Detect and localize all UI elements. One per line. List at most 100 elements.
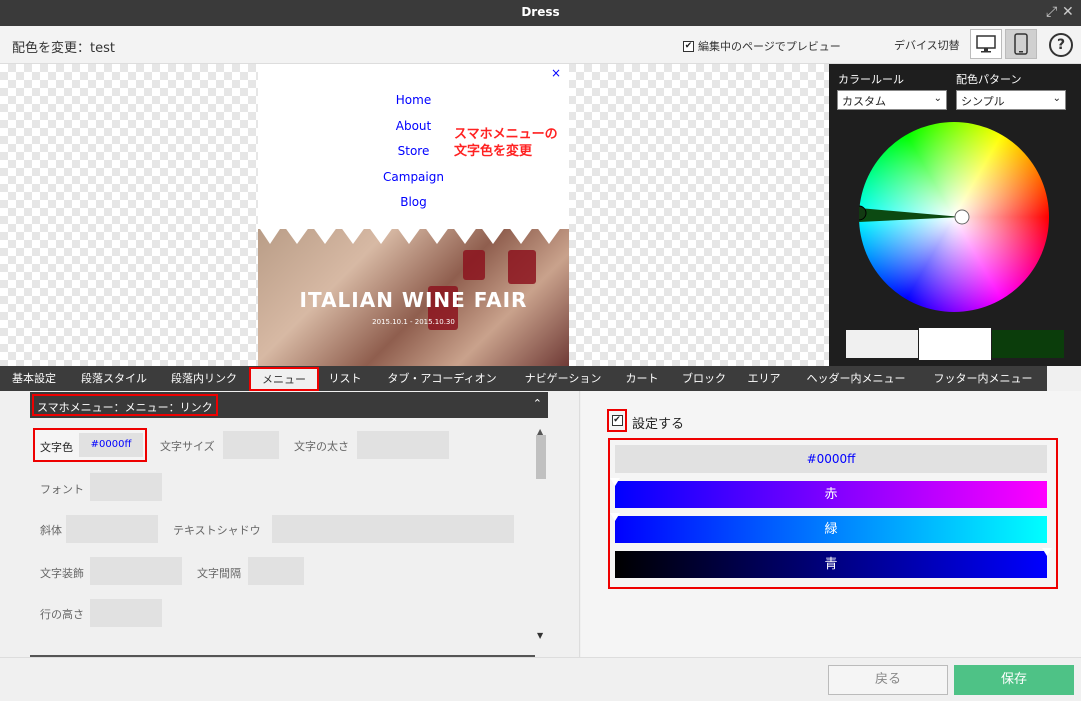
menu-link-campaign[interactable]: Campaign — [258, 169, 569, 195]
italic-input[interactable] — [66, 515, 158, 543]
header: 配色を変更：test ✔ 編集中のページでプレビュー デバイス切替 ? — [0, 26, 1081, 64]
font-weight-input[interactable] — [357, 431, 449, 459]
annotation-line-2: 文字色を変更 — [454, 144, 533, 159]
window-title: Dress — [521, 5, 560, 19]
green-slider[interactable]: 緑 — [610, 513, 1047, 543]
color-swatch-2[interactable] — [919, 328, 991, 360]
color-pattern-label: 配色パターン — [956, 73, 1022, 86]
color-wheel[interactable] — [859, 122, 1049, 312]
annotation-note: スマホメニューの 文字色を変更 — [454, 126, 558, 160]
tab-menu[interactable]: メニュー — [249, 367, 319, 391]
tab-block[interactable]: ブロック — [674, 366, 734, 391]
phone-preview: × Home About Store Campaign Blog スマホメニュー… — [258, 64, 569, 366]
tab-accordion[interactable]: タブ・アコーディオン — [376, 366, 508, 391]
green-slider-handle[interactable] — [610, 513, 620, 521]
color-value-editor: #0000ff 赤 緑 青 — [608, 438, 1058, 589]
color-swatch-1[interactable] — [846, 330, 918, 358]
text-shadow-label: テキストシャドウ — [173, 524, 261, 537]
tab-paragraph-style[interactable]: 段落スタイル — [70, 366, 158, 391]
help-button[interactable]: ? — [1049, 33, 1073, 57]
tab-header-menu[interactable]: ヘッダー内メニュー — [796, 366, 916, 391]
red-slider-label: 赤 — [824, 487, 838, 502]
chevron-down-icon: ⌄ — [1052, 93, 1061, 104]
mobile-device-button[interactable] — [1005, 29, 1037, 59]
letter-spacing-label: 文字間隔 — [197, 567, 241, 580]
preview-checkbox[interactable]: ✔ 編集中のページでプレビュー — [683, 38, 841, 54]
wine-glass — [508, 250, 536, 284]
style-settings-pane: スマホメニュー：メニュー：リンク ⌃ 文字色 #0000ff 文字サイズ 文字の… — [0, 391, 580, 657]
tab-cart[interactable]: カート — [618, 366, 666, 391]
line-height-label: 行の高さ — [40, 608, 84, 621]
wheel-pointer — [859, 205, 970, 225]
red-slider-handle[interactable] — [610, 478, 620, 486]
green-slider-label: 緑 — [824, 522, 838, 537]
preview-canvas: × Home About Store Campaign Blog スマホメニュー… — [0, 64, 829, 366]
text-color-field[interactable]: 文字色 #0000ff — [33, 428, 147, 462]
blue-slider[interactable]: 青 — [615, 548, 1052, 578]
color-pattern-value: シンプル — [961, 95, 1005, 108]
device-toggle-label: デバイス切替 — [894, 39, 960, 52]
text-decoration-input[interactable] — [90, 557, 182, 585]
font-weight-label: 文字の太さ — [294, 440, 349, 453]
menu-link-blog[interactable]: Blog — [258, 194, 569, 220]
style-tabbar: 基本設定 段落スタイル 段落内リンク メニュー リスト タブ・アコーディオン ナ… — [0, 366, 1081, 391]
font-size-input[interactable] — [223, 431, 279, 459]
color-swatch-3[interactable] — [992, 330, 1064, 358]
color-editor-pane: ✔ 設定する #0000ff 赤 緑 青 — [581, 391, 1081, 657]
back-button[interactable]: 戻る — [828, 665, 948, 695]
hex-value-field[interactable]: #0000ff — [615, 445, 1047, 473]
text-decoration-label: 文字装飾 — [40, 567, 84, 580]
text-shadow-input[interactable] — [272, 515, 514, 543]
section-header[interactable]: スマホメニュー：メニュー：リンク ⌃ — [30, 392, 548, 418]
maximize-icon[interactable]: ⤢ — [1046, 4, 1057, 20]
line-height-input[interactable] — [90, 599, 162, 627]
chevron-up-icon[interactable]: ⌃ — [533, 397, 542, 410]
banner-image: ITALIAN WINE FAIR 2015.10.1 - 2015.10.30 — [258, 226, 569, 366]
banner-date: 2015.10.1 - 2015.10.30 — [372, 318, 455, 326]
monitor-icon — [976, 35, 996, 53]
red-slider[interactable]: 赤 — [610, 478, 1047, 508]
chevron-down-icon: ⌄ — [933, 93, 942, 104]
menu-close-icon[interactable]: × — [551, 66, 561, 80]
annotation-line-1: スマホメニューの — [454, 127, 558, 142]
settings-scrollbar[interactable]: ▲ ▼ — [535, 427, 547, 645]
text-color-label: 文字色 — [40, 441, 73, 454]
font-family-input[interactable] — [90, 473, 162, 501]
blue-slider-label: 青 — [824, 557, 838, 572]
blue-slider-handle[interactable] — [1042, 548, 1052, 556]
tab-paragraph-link[interactable]: 段落内リンク — [162, 366, 246, 391]
close-icon[interactable]: ✕ — [1062, 4, 1074, 20]
font-size-label: 文字サイズ — [160, 440, 215, 453]
section-title: スマホメニュー：メニュー：リンク — [32, 394, 218, 416]
tab-area[interactable]: エリア — [740, 366, 788, 391]
tab-footer-menu[interactable]: フッター内メニュー — [922, 366, 1044, 391]
preview-check-label: 編集中のページでプレビュー — [698, 40, 841, 53]
color-rule-select[interactable]: カスタム ⌄ — [837, 90, 947, 110]
title-bar: Dress ⤢ ✕ — [0, 0, 1081, 26]
footer: 戻る 保存 — [0, 657, 1081, 701]
enable-setting-checkbox[interactable]: ✔ — [607, 409, 627, 432]
tab-basic[interactable]: 基本設定 — [4, 366, 64, 391]
letter-spacing-input[interactable] — [248, 557, 304, 585]
banner-title: ITALIAN WINE FAIR — [299, 288, 528, 312]
enable-setting-label: 設定する — [632, 417, 685, 432]
help-icon: ? — [1056, 37, 1066, 53]
bunting-decoration — [258, 226, 569, 244]
scrollbar-thumb[interactable] — [536, 435, 546, 479]
menu-link-home[interactable]: Home — [258, 92, 569, 118]
tabbar-filler — [1047, 366, 1081, 391]
tab-navigation[interactable]: ナビゲーション — [514, 366, 612, 391]
text-color-value[interactable]: #0000ff — [79, 433, 143, 457]
checkbox-checked-icon[interactable]: ✔ — [683, 40, 694, 52]
smartphone-icon — [1014, 33, 1028, 55]
page-title: 配色を変更：test — [12, 41, 115, 56]
wine-glass — [463, 250, 485, 280]
color-rule-label: カラールール — [838, 73, 904, 86]
color-pattern-select[interactable]: シンプル ⌄ — [956, 90, 1066, 110]
scroll-down-icon[interactable]: ▼ — [537, 631, 543, 640]
tab-list[interactable]: リスト — [322, 366, 368, 391]
font-family-label: フォント — [40, 483, 84, 496]
desktop-device-button[interactable] — [970, 29, 1002, 59]
save-button[interactable]: 保存 — [954, 665, 1074, 695]
color-panel: カラールール 配色パターン カスタム ⌄ シンプル ⌄ — [829, 64, 1081, 366]
